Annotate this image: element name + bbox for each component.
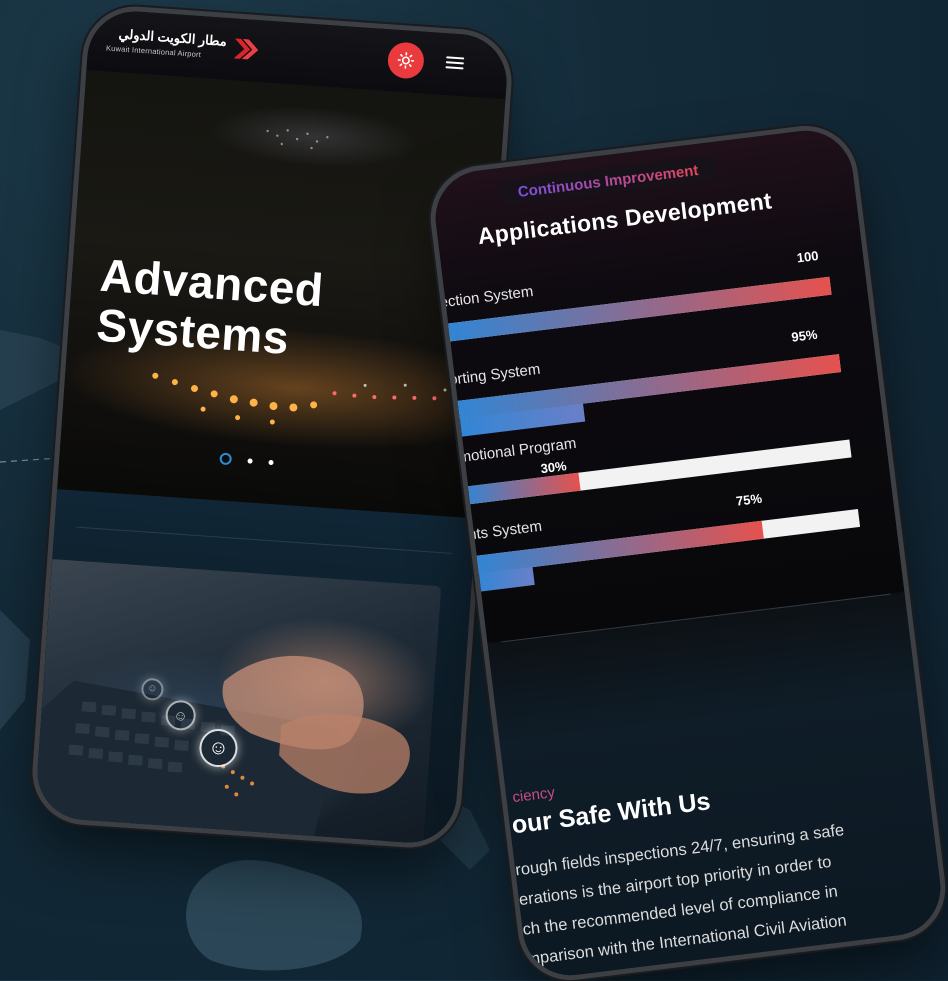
slider-dot[interactable]: [247, 458, 252, 463]
slider-dot-active[interactable]: [219, 452, 232, 465]
skill-label: nts System: [467, 518, 543, 544]
skill-label: orting System: [448, 361, 541, 389]
skills-section: Continuous Improvement Applications Deve…: [430, 125, 904, 643]
skill-percent: 100: [796, 248, 819, 266]
hero-slider[interactable]: Advanced Systems: [57, 70, 505, 518]
keyboard-typing-image: ☺ ☺ ☺: [34, 559, 441, 846]
sun-icon: [396, 51, 415, 70]
section-eyebrow: ciency: [511, 784, 555, 806]
hamburger-menu-icon[interactable]: [443, 51, 466, 74]
safety-section: ciency our Safe With Us rough fields ins…: [487, 592, 945, 981]
airport-logo[interactable]: مطار الكويت الدولي Kuwait International …: [105, 22, 257, 72]
skill-label: ection System: [439, 283, 535, 311]
progress-bar-fill: [462, 473, 580, 505]
section-divider: [77, 527, 452, 554]
badge-text: Continuous Improvement: [517, 161, 699, 200]
skill-percent: 95%: [791, 327, 819, 345]
keyboard-image: [34, 559, 441, 846]
skill-percent: 75%: [735, 491, 763, 509]
content-section: ☺ ☺ ☺: [34, 489, 476, 845]
logo-chevrons-icon: [231, 36, 261, 62]
slider-dot[interactable]: [268, 459, 273, 464]
phone-mockup-left: مطار الكويت الدولي Kuwait International …: [34, 8, 509, 845]
theme-toggle-button[interactable]: [387, 41, 425, 79]
hero-title: Advanced Systems: [95, 250, 325, 365]
